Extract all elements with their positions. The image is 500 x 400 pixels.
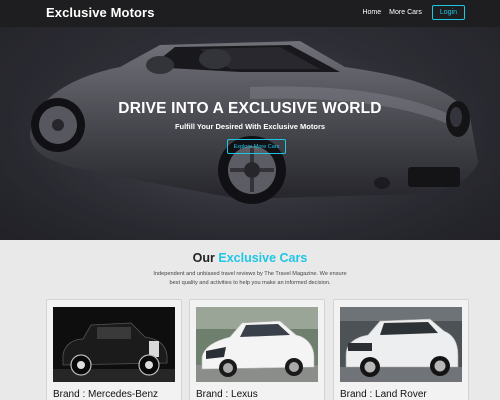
navbar: Exclusive Motors Home More Cars Login bbox=[0, 0, 500, 27]
section-description: Independent and unbiased travel reviews … bbox=[153, 271, 347, 286]
car-card-mercedes[interactable]: Brand : Mercedes-Benz bbox=[46, 299, 182, 400]
card-label: Brand : Mercedes-Benz bbox=[53, 389, 159, 400]
nav-link-more-cars[interactable]: More Cars bbox=[389, 9, 422, 16]
section-title: Our Exclusive Cars bbox=[0, 251, 500, 265]
brand-logo[interactable]: Exclusive Motors bbox=[46, 5, 155, 20]
card-label: Brand : Land Rover bbox=[340, 389, 427, 400]
section-title-accent: Exclusive Cars bbox=[218, 251, 308, 265]
hero-subtitle: Fulfill Your Desired With Exclusive Moto… bbox=[174, 122, 326, 131]
car-card-lexus[interactable]: Brand : Lexus bbox=[189, 299, 325, 400]
card-label: Brand : Lexus bbox=[196, 389, 258, 400]
nav-link-home[interactable]: Home bbox=[362, 9, 381, 16]
explore-button[interactable]: Explore More Cars bbox=[227, 139, 286, 154]
hero-overlay bbox=[0, 27, 500, 240]
hero-banner bbox=[0, 27, 500, 240]
car-card-land-rover[interactable]: Brand : Land Rover bbox=[333, 299, 469, 400]
hero-title: DRIVE INTO A EXCLUSIVE WORLD bbox=[118, 100, 382, 117]
nav-links: Home More Cars Login bbox=[362, 5, 465, 20]
land-rover-car-image bbox=[340, 307, 462, 382]
section-title-prefix: Our bbox=[192, 251, 219, 265]
mercedes-car-image bbox=[53, 307, 175, 382]
lexus-car-image bbox=[196, 307, 318, 382]
login-button[interactable]: Login bbox=[431, 5, 465, 20]
